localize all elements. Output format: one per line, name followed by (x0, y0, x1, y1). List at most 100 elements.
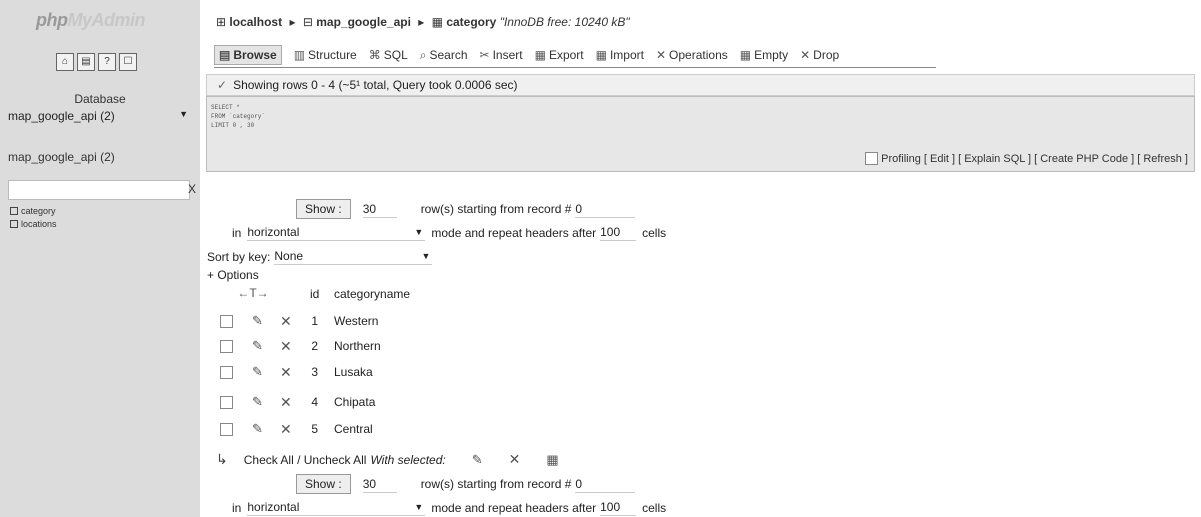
drop-icon: ✕ (800, 48, 811, 62)
sql-icon: ⌘ (368, 48, 381, 62)
edit-icon[interactable]: ✎ (252, 394, 263, 410)
delete-icon[interactable]: ✕ (280, 394, 292, 411)
check-all-link[interactable]: Check All / Uncheck All (244, 453, 367, 467)
sort-by-key: Sort by key: None ▼ (207, 248, 433, 265)
delete-icon[interactable]: ✕ (280, 338, 292, 355)
tab-import[interactable]: ▦ Import (596, 48, 644, 62)
insert-icon: ✂ (479, 48, 490, 62)
table-icon: ▦ (431, 15, 443, 29)
sidebar-icon-bar: ⌂ ▤ ? ☐ (56, 53, 137, 71)
cell-id: 2 (311, 339, 318, 353)
tab-search[interactable]: ⌕ Search (420, 48, 468, 63)
row-checkbox[interactable] (220, 395, 233, 409)
cell-id: 4 (311, 395, 318, 409)
home-icon[interactable]: ⌂ (56, 53, 74, 71)
row-checkbox[interactable] (220, 314, 233, 328)
sort-select[interactable]: None ▼ (274, 248, 433, 265)
display-mode-select[interactable]: horizontal ▼ (247, 224, 426, 241)
table-filter-input[interactable] (8, 180, 190, 200)
table-icon (10, 220, 18, 228)
tab-empty[interactable]: ▦ Empty (740, 48, 788, 62)
phpmyadmin-logo[interactable]: phpMyAdmin (36, 10, 145, 31)
delete-icon[interactable]: ✕ (280, 313, 292, 330)
database-select-value: map_google_api (2) (8, 109, 115, 123)
in-label: in (232, 500, 242, 515)
mode-label: mode and repeat headers after (431, 500, 597, 515)
rows-input[interactable]: 30 (362, 476, 397, 493)
chevron-down-icon: ▼ (421, 251, 431, 261)
cells-label: cells (642, 225, 667, 240)
structure-icon: ▥ (293, 48, 306, 62)
sql-action-links[interactable]: [ Edit ] [ Explain SQL ] [ Create PHP Co… (924, 153, 1188, 165)
arrow-corner-icon: ↳ (216, 451, 228, 467)
cell-id: 5 (311, 422, 318, 436)
sidebar-item-label: locations (21, 219, 57, 229)
query-window-icon[interactable]: ▤ (77, 53, 95, 71)
row-checkbox[interactable] (220, 365, 233, 379)
delete-icon[interactable]: ✕ (280, 421, 292, 438)
tab-operations[interactable]: ✕ Operations (656, 48, 728, 62)
breadcrumb-table[interactable]: category (446, 15, 496, 29)
sidebar-item-category[interactable]: category (10, 206, 56, 216)
edit-icon[interactable]: ✎ (252, 338, 263, 354)
sort-label: Sort by key: (207, 249, 271, 264)
rows-input[interactable]: 30 (362, 201, 397, 218)
tab-export[interactable]: ▦ Export (535, 48, 584, 62)
tab-bar: ▤ Browse ▥ Structure ⌘ SQL ⌕ Search ✂ Insert … (214, 44, 839, 66)
delete-icon[interactable]: ✕ (509, 451, 521, 468)
check-icon: ✓ (217, 78, 228, 92)
cell-categoryname: Western (334, 314, 379, 328)
repeat-headers-input[interactable]: 100 (600, 499, 637, 516)
export-icon: ▦ (534, 48, 546, 62)
in-label: in (232, 225, 242, 240)
docs-icon[interactable]: ? (98, 53, 116, 71)
start-record-input[interactable]: 0 (575, 476, 636, 493)
edit-icon[interactable]: ✎ (252, 364, 263, 380)
database-select[interactable]: map_google_api (2) ▼ (8, 109, 192, 125)
server-icon: ⊞ (216, 15, 227, 29)
row-checkbox[interactable] (220, 422, 233, 436)
settings-icon[interactable]: ☐ (119, 53, 137, 71)
options-toggle[interactable]: + Options (207, 268, 259, 282)
empty-icon: ▦ (739, 48, 752, 62)
edit-icon[interactable]: ✎ (252, 313, 263, 329)
cell-categoryname: Northern (334, 339, 381, 353)
tab-structure[interactable]: ▥ Structure (294, 48, 357, 62)
row-checkbox[interactable] (220, 339, 233, 353)
show-button[interactable]: Show : (296, 199, 351, 219)
display-mode-row: in horizontal ▼ mode and repeat headers … (232, 499, 666, 516)
cell-id: 3 (311, 365, 318, 379)
tab-sql[interactable]: ⌘ SQL (369, 48, 408, 62)
tab-insert[interactable]: ✂ Insert (480, 48, 523, 62)
tab-browse[interactable]: ▤ Browse (214, 45, 282, 65)
clear-filter-button[interactable]: X (188, 182, 196, 196)
database-title-link[interactable]: map_google_api (2) (8, 150, 115, 164)
repeat-headers-input[interactable]: 100 (600, 224, 637, 241)
tab-bar-divider (214, 67, 936, 68)
breadcrumb: ⊞ localhost ▸ ⊟ map_google_api ▸ ▦ categ… (216, 15, 630, 29)
export-icon[interactable]: ▦ (546, 452, 558, 468)
column-header-categoryname[interactable]: categoryname (334, 287, 410, 301)
delete-icon[interactable]: ✕ (280, 364, 292, 381)
display-mode-select[interactable]: horizontal ▼ (247, 499, 426, 516)
column-header-id[interactable]: id (310, 287, 319, 301)
breadcrumb-database[interactable]: map_google_api (316, 15, 411, 29)
mode-label: mode and repeat headers after (431, 225, 597, 240)
profiling-checkbox[interactable] (865, 152, 879, 165)
display-mode-row: in horizontal ▼ mode and repeat headers … (232, 224, 666, 241)
chevron-down-icon: ▼ (179, 109, 188, 119)
tab-drop[interactable]: ✕ Drop (800, 48, 839, 62)
breadcrumb-server[interactable]: localhost (229, 15, 282, 29)
edit-icon[interactable]: ✎ (252, 421, 263, 437)
success-message: ✓ Showing rows 0 - 4 (~5¹ total, Query t… (206, 74, 1195, 96)
import-icon: ▦ (595, 48, 607, 62)
message-text: Showing rows 0 - 4 (~5¹ total, Query too… (233, 78, 518, 92)
show-button[interactable]: Show : (296, 474, 351, 494)
rows-label: row(s) starting from record # (420, 202, 572, 216)
edit-icon[interactable]: ✎ (472, 452, 483, 468)
cell-categoryname: Lusaka (334, 365, 373, 379)
navigation-form-bottom: Show : 30 row(s) starting from record # … (296, 474, 636, 494)
sidebar-item-locations[interactable]: locations (10, 219, 57, 229)
start-record-input[interactable]: 0 (575, 201, 636, 218)
column-arrows-icon[interactable]: ←T→ (216, 286, 290, 300)
